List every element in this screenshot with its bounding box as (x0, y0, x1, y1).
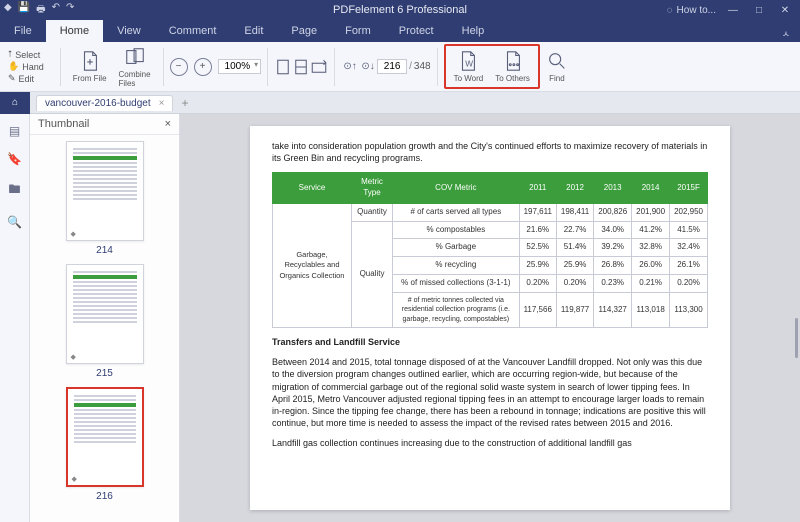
convert-highlight: W To Word To Others (444, 44, 540, 89)
thumbnail-panel: Thumbnail × ◆ 214 ◆ 215 ◆ 216 (30, 114, 180, 522)
menubar: File Home View Comment Edit Page Form Pr… (0, 20, 800, 42)
hand-tool[interactable]: ✋Hand (8, 61, 44, 72)
save-icon[interactable]: 💾 (18, 2, 30, 19)
th: 2015F (670, 173, 708, 204)
edit-tool[interactable]: ✎Edit (8, 73, 34, 84)
page-content: take into consideration population growt… (250, 126, 730, 510)
page-number-input[interactable] (377, 59, 407, 74)
menu-page[interactable]: Page (277, 20, 331, 42)
zoom-combo[interactable]: 100% (218, 59, 262, 74)
thumbnail-number: 214 (66, 245, 144, 256)
table-row: Garbage, Recyclables and Organics Collec… (273, 203, 708, 221)
menu-form[interactable]: Form (331, 20, 385, 42)
search-panel-icon[interactable]: 🔍 (7, 215, 22, 229)
thumbnails-icon[interactable]: ▤ (9, 124, 20, 138)
fit-page-button[interactable] (274, 58, 292, 76)
home-icon: ⌂ (12, 97, 18, 108)
file-plus-icon (79, 50, 101, 72)
metrics-table: Service Metric Type COV Metric 2011 2012… (272, 172, 708, 328)
menu-help[interactable]: Help (448, 20, 499, 42)
menu-comment[interactable]: Comment (155, 20, 231, 42)
collapse-ribbon-icon[interactable]: ㅅ (782, 27, 790, 40)
thumbnail-item[interactable]: ◆ 214 (66, 141, 144, 256)
menu-view[interactable]: View (103, 20, 155, 42)
app-title: PDFelement 6 Professional (333, 4, 467, 16)
home-tab-button[interactable]: ⌂ (0, 92, 30, 114)
attachments-icon[interactable]: 🖿 (8, 180, 20, 201)
menu-file[interactable]: File (0, 20, 46, 42)
thumbnail-number: 216 (66, 491, 144, 502)
close-thumbnail-panel-icon[interactable]: × (165, 118, 171, 130)
th: Metric Type (351, 173, 392, 204)
zoom-in-button[interactable]: + (194, 58, 212, 76)
thumbnail-item[interactable]: ◆ 215 (66, 264, 144, 379)
pencil-icon: ✎ (8, 73, 16, 84)
th: 2014 (632, 173, 670, 204)
page-sep: / (409, 61, 412, 72)
menu-protect[interactable]: Protect (385, 20, 448, 42)
tabstrip: ⌂ vancouver-2016-budget × + (0, 92, 800, 114)
paragraph: Landfill gas collection continues increa… (272, 437, 708, 449)
search-icon (546, 50, 568, 72)
word-file-icon: W (457, 50, 479, 72)
select-tool[interactable]: ⭡Select (8, 49, 40, 60)
bulb-icon: ◌ (667, 5, 673, 16)
th: 2013 (594, 173, 632, 204)
combine-files-button[interactable]: Combine Files (113, 44, 157, 90)
menu-edit[interactable]: Edit (230, 20, 277, 42)
th: 2012 (556, 173, 593, 204)
minimize-button[interactable]: — (724, 3, 742, 17)
titlebar: ◆ 💾 🖶 ↶ ↷ PDFelement 6 Professional ◌How… (0, 0, 800, 20)
page-total: 348 (414, 61, 431, 72)
page-viewport[interactable]: take into consideration population growt… (180, 114, 800, 522)
to-word-button[interactable]: W To Word (448, 48, 490, 85)
svg-text:W: W (466, 60, 474, 69)
hand-icon: ✋ (8, 61, 19, 72)
service-cell: Garbage, Recyclables and Organics Collec… (273, 203, 352, 327)
th: Service (273, 173, 352, 204)
find-button[interactable]: Find (540, 48, 574, 85)
app-logo-icon: ◆ (4, 2, 12, 19)
combine-icon (124, 46, 146, 68)
thumbnail-panel-title: Thumbnail (38, 118, 89, 130)
bookmarks-icon[interactable]: 🔖 (7, 152, 22, 166)
th: 2011 (519, 173, 556, 204)
close-button[interactable]: ✕ (776, 3, 794, 17)
others-file-icon (502, 50, 524, 72)
undo-icon[interactable]: ↶ (52, 2, 60, 19)
document-tab-label: vancouver-2016-budget (45, 98, 151, 109)
fit-width-button[interactable] (292, 58, 310, 76)
paragraph: Between 2014 and 2015, total tonnage dis… (272, 356, 708, 429)
add-tab-button[interactable]: + (181, 96, 188, 110)
page-up-button[interactable]: ⊙↑ (341, 58, 359, 76)
menu-home[interactable]: Home (46, 20, 103, 42)
thumbnail-number: 215 (66, 368, 144, 379)
page-down-button[interactable]: ⊙↓ (359, 58, 377, 76)
scrollbar[interactable] (795, 318, 798, 358)
zoom-out-button[interactable]: − (170, 58, 188, 76)
thumbnail-item[interactable]: ◆ 216 (66, 387, 144, 502)
ribbon: ⭡Select ✋Hand ✎Edit From File Combine Fi… (0, 42, 800, 92)
print-icon[interactable]: 🖶 (36, 2, 45, 19)
cursor-icon: ⭡ (8, 49, 12, 60)
maximize-button[interactable]: □ (750, 3, 768, 17)
thumbnail-list[interactable]: ◆ 214 ◆ 215 ◆ 216 (30, 135, 179, 522)
from-file-button[interactable]: From File (67, 48, 113, 85)
metric-type-cell: Quality (351, 221, 392, 328)
paragraph: take into consideration population growt… (272, 140, 708, 164)
heading: Transfers and Landfill Service (272, 336, 708, 348)
sidebar-tools: ▤ 🔖 🖿 🔍 (0, 114, 30, 522)
metric-type-cell: Quantity (351, 203, 392, 221)
close-tab-icon[interactable]: × (159, 98, 165, 109)
rotate-view-button[interactable] (310, 58, 328, 76)
th: COV Metric (393, 173, 519, 204)
redo-icon[interactable]: ↷ (66, 2, 74, 19)
document-tab[interactable]: vancouver-2016-budget × (36, 95, 173, 111)
to-others-button[interactable]: To Others (489, 48, 536, 85)
howto-link[interactable]: ◌How to... (667, 5, 716, 16)
